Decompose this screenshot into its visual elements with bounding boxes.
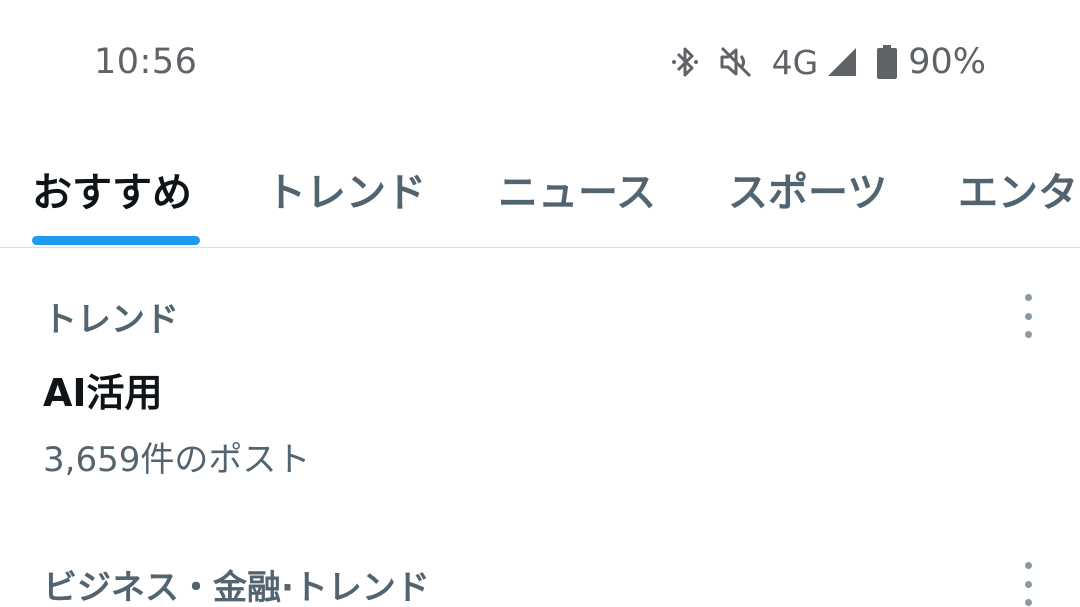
more-dot: [1024, 312, 1032, 320]
network-type: 4G: [771, 42, 819, 82]
more-dot: [1024, 331, 1032, 338]
explore-screen: 10:56 4G 90% おすすめ トレンド ニュース スポーツ エンタ トレン…: [0, 0, 1080, 607]
more-dot: [1024, 580, 1032, 588]
tab-news[interactable]: ニュース: [498, 160, 656, 218]
status-icons: 4G 90%: [670, 40, 986, 84]
trend-category: ビジネス・金融·トレンド: [43, 568, 430, 607]
more-dot: [1024, 294, 1032, 301]
tab-trending[interactable]: トレンド: [266, 160, 426, 218]
more-dot: [1024, 599, 1032, 606]
trend-category: トレンド: [43, 300, 179, 340]
trend-item[interactable]: ビジネス・金融·トレンド: [0, 508, 1080, 607]
more-options-button[interactable]: [1014, 294, 1042, 338]
more-dot: [1024, 562, 1032, 569]
category-tabs: おすすめ トレンド ニュース スポーツ エンタ: [0, 148, 1080, 248]
mute-icon: [718, 44, 754, 80]
tab-sports[interactable]: スポーツ: [728, 160, 887, 218]
battery-icon: [876, 44, 898, 80]
status-time: 10:56: [94, 42, 198, 82]
tab-entertainment[interactable]: エンタ: [958, 160, 1078, 218]
bluetooth-icon: [670, 44, 700, 80]
trend-title: AI活用: [43, 371, 163, 415]
battery-percentage: 90%: [908, 42, 986, 82]
signal-icon: [826, 46, 858, 78]
active-tab-indicator: [32, 236, 200, 245]
trend-post-count: 3,659件のポスト: [43, 440, 311, 480]
more-options-button[interactable]: [1014, 562, 1042, 606]
tab-recommended[interactable]: おすすめ: [32, 160, 192, 218]
trend-item[interactable]: トレンド AI活用 3,659件のポスト: [0, 248, 1080, 508]
status-bar: 10:56 4G 90%: [0, 0, 1080, 124]
